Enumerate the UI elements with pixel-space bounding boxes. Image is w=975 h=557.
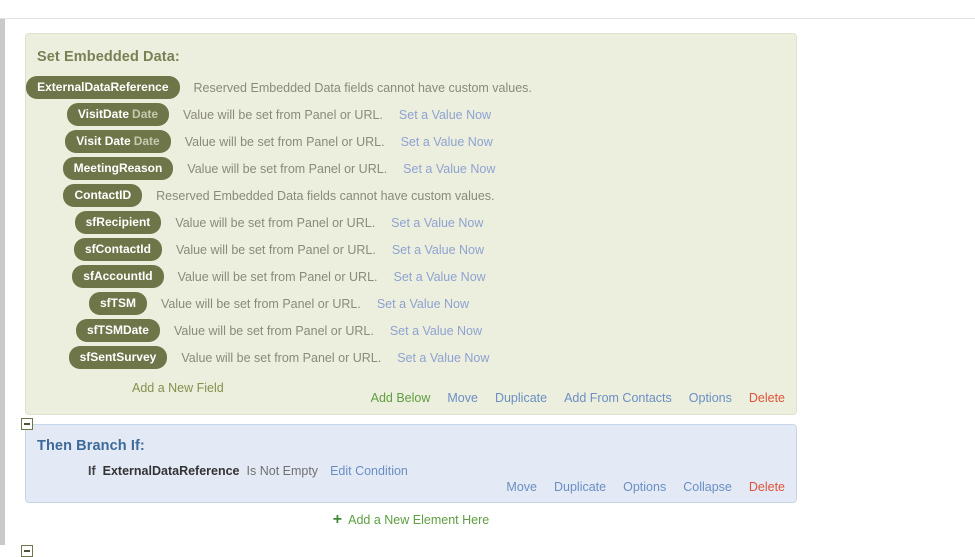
embedded-field-name: ContactID bbox=[74, 188, 132, 202]
set-a-value-now-link[interactable]: Set a Value Now bbox=[394, 270, 486, 284]
embedded-field-description: Value will be set from Panel or URL. bbox=[181, 350, 382, 365]
embedded-data-field-row: sfContactId Value will be set from Panel … bbox=[34, 236, 796, 263]
embedded-add-below-action[interactable]: Add Below bbox=[371, 391, 431, 405]
embedded-field-type: Date bbox=[132, 107, 159, 121]
embedded-field-description: Value will be set from Panel or URL. bbox=[184, 134, 385, 149]
branch-delete-action[interactable]: Delete bbox=[749, 480, 785, 494]
embedded-field-name: sfAccountId bbox=[83, 269, 153, 283]
embedded-duplicate-action[interactable]: Duplicate bbox=[495, 391, 547, 405]
embedded-field-pill[interactable]: sfSentSurvey bbox=[68, 346, 168, 369]
plus-icon: + bbox=[332, 511, 343, 528]
set-a-value-now-link[interactable]: Set a Value Now bbox=[377, 297, 469, 311]
embedded-field-name: Visit Date bbox=[76, 134, 131, 148]
embedded-data-action-bar: Add Below Move Duplicate Add From Contacts O… bbox=[371, 391, 785, 405]
embedded-move-action[interactable]: Move bbox=[447, 391, 478, 405]
embedded-data-field-row: sfRecipient Value will be set from Panel … bbox=[34, 209, 796, 236]
embedded-data-title: Set Embedded Data: bbox=[37, 49, 180, 65]
embedded-field-pill[interactable]: sfRecipient bbox=[74, 211, 162, 234]
embedded-field-name: MeetingReason bbox=[73, 161, 163, 175]
edit-condition-link[interactable]: Edit Condition bbox=[330, 464, 408, 478]
embedded-field-name: sfRecipient bbox=[85, 215, 151, 229]
embedded-field-description: Value will be set from Panel or URL. bbox=[183, 107, 383, 122]
embedded-field-name: sfTSM bbox=[99, 296, 136, 310]
embedded-field-pill[interactable]: VisitDate Date bbox=[66, 103, 170, 126]
branch-block[interactable]: Then Branch If: If ExternalDataReference… bbox=[25, 424, 797, 503]
branch-condition-row: If ExternalDataReference Is Not Empty Ed… bbox=[26, 464, 796, 478]
set-a-value-now-link[interactable]: Set a Value Now bbox=[392, 243, 484, 257]
set-a-value-now-link[interactable]: Set a Value Now bbox=[399, 108, 491, 122]
set-a-value-now-link[interactable]: Set a Value Now bbox=[401, 135, 493, 149]
condition-operator: Is Not Empty bbox=[246, 464, 319, 478]
embedded-options-action[interactable]: Options bbox=[689, 391, 732, 405]
embedded-field-description: Reserved Embedded Data fields cannot hav… bbox=[193, 80, 532, 95]
embedded-field-description: Reserved Embedded Data fields cannot hav… bbox=[156, 188, 495, 203]
embedded-data-block[interactable]: Set Embedded Data: ExternalDataReference… bbox=[25, 33, 797, 415]
embedded-data-field-row: sfTSMDate Value will be set from Panel or… bbox=[34, 317, 796, 344]
embedded-field-type: Date bbox=[133, 134, 160, 148]
add-new-element-label: Add a New Element Here bbox=[348, 513, 490, 527]
branch-options-action[interactable]: Options bbox=[623, 480, 666, 494]
embedded-data-field-list: ExternalDataReference Reserved Embedded D… bbox=[26, 74, 796, 371]
embedded-data-field-row: Visit Date Date Value will be set from Pan… bbox=[34, 128, 796, 155]
embedded-data-field-row: VisitDate Date Value will be set from Pane… bbox=[34, 101, 796, 128]
embedded-field-name: sfContactId bbox=[84, 242, 151, 256]
embedded-field-description: Value will be set from Panel or URL. bbox=[160, 296, 361, 311]
branch-title: Then Branch If: bbox=[37, 438, 145, 454]
embedded-delete-action[interactable]: Delete bbox=[749, 391, 785, 405]
branch-collapse-action[interactable]: Collapse bbox=[683, 480, 732, 494]
add-new-element-row[interactable]: + Add a New Element Here bbox=[25, 512, 957, 528]
embedded-field-name: sfTSMDate bbox=[86, 323, 149, 337]
condition-field-name: ExternalDataReference bbox=[102, 464, 240, 478]
embedded-add-from-contacts-action[interactable]: Add From Contacts bbox=[564, 391, 672, 405]
embedded-data-field-row: sfAccountId Value will be set from Panel … bbox=[34, 263, 796, 290]
embedded-data-field-row: sfTSM Value will be set from Panel or URL… bbox=[34, 290, 796, 317]
embedded-field-pill[interactable]: sfContactId bbox=[73, 238, 162, 261]
embedded-field-name: ExternalDataReference bbox=[37, 80, 169, 94]
embedded-field-name: VisitDate bbox=[77, 107, 130, 121]
embedded-data-field-row: ContactID Reserved Embedded Data fields c… bbox=[34, 182, 796, 209]
set-a-value-now-link[interactable]: Set a Value Now bbox=[391, 216, 483, 230]
embedded-field-description: Value will be set from Panel or URL. bbox=[175, 242, 376, 257]
embedded-field-description: Value will be set from Panel or URL. bbox=[187, 161, 388, 176]
embedded-field-description: Value will be set from Panel or URL. bbox=[177, 269, 378, 284]
collapse-toggle-branch[interactable] bbox=[21, 418, 33, 430]
embedded-field-pill[interactable]: Visit Date Date bbox=[65, 130, 171, 153]
add-new-field-link[interactable]: Add a New Field bbox=[132, 381, 224, 395]
branch-action-bar: Move Duplicate Options Collapse Delete bbox=[506, 480, 785, 494]
embedded-field-description: Value will be set from Panel or URL. bbox=[175, 215, 376, 230]
embedded-field-pill[interactable]: MeetingReason bbox=[62, 157, 174, 180]
embedded-field-pill[interactable]: sfTSM bbox=[88, 292, 147, 315]
embedded-field-pill[interactable]: ExternalDataReference bbox=[26, 76, 180, 99]
embedded-field-description: Value will be set from Panel or URL. bbox=[173, 323, 374, 338]
collapse-toggle-next[interactable] bbox=[21, 545, 33, 557]
embedded-field-pill[interactable]: sfAccountId bbox=[72, 265, 164, 288]
embedded-data-field-row: MeetingReason Value will be set from Pane… bbox=[34, 155, 796, 182]
set-a-value-now-link[interactable]: Set a Value Now bbox=[403, 162, 495, 176]
embedded-field-name: sfSentSurvey bbox=[79, 350, 157, 364]
embedded-field-pill[interactable]: sfTSMDate bbox=[75, 319, 160, 342]
embedded-data-field-row: ExternalDataReference Reserved Embedded D… bbox=[26, 74, 796, 101]
embedded-field-pill[interactable]: ContactID bbox=[63, 184, 143, 207]
branch-move-action[interactable]: Move bbox=[506, 480, 537, 494]
condition-if-label: If bbox=[88, 464, 96, 478]
survey-flow-canvas: Set Embedded Data: ExternalDataReference… bbox=[0, 19, 970, 557]
embedded-data-field-row: sfSentSurvey Value will be set from Panel… bbox=[34, 344, 796, 371]
set-a-value-now-link[interactable]: Set a Value Now bbox=[397, 351, 489, 365]
set-a-value-now-link[interactable]: Set a Value Now bbox=[390, 324, 482, 338]
branch-duplicate-action[interactable]: Duplicate bbox=[554, 480, 606, 494]
